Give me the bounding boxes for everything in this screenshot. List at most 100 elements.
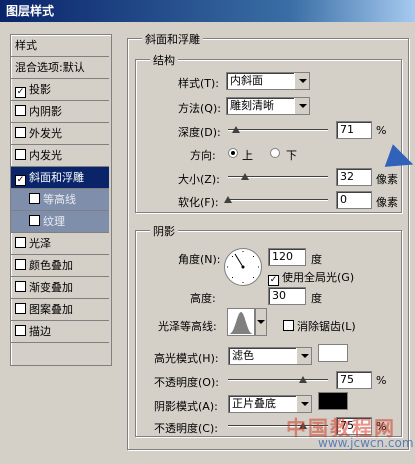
depth-input[interactable]: 71 <box>336 121 372 139</box>
styles-list-item-label: 描边 <box>29 325 51 338</box>
styles-list-item-label: 斜面和浮雕 <box>29 171 84 184</box>
highlight-opacity-slider[interactable] <box>228 379 328 381</box>
chevron-down-icon[interactable] <box>294 73 309 89</box>
styles-list-item-label: 图案叠加 <box>29 303 73 316</box>
angle-label: 角度(N): <box>178 253 221 266</box>
style-checkbox[interactable] <box>15 237 26 248</box>
highlight-color-swatch[interactable] <box>318 344 348 362</box>
depth-slider-thumb[interactable] <box>232 126 240 133</box>
style-checkbox[interactable] <box>15 303 26 314</box>
highlight-opacity-thumb[interactable] <box>299 376 307 383</box>
style-checkbox[interactable] <box>15 149 26 160</box>
chevron-down-icon[interactable] <box>296 348 311 364</box>
styles-list-item-label: 投影 <box>29 83 51 96</box>
direction-down-label: 下 <box>286 149 297 162</box>
styles-list-item[interactable]: 光泽 <box>11 233 109 255</box>
gloss-contour-picker[interactable] <box>227 308 255 336</box>
soften-slider[interactable] <box>228 199 328 201</box>
size-slider-thumb[interactable] <box>241 173 249 180</box>
technique-label: 方法(Q): <box>178 102 221 115</box>
global-light-row[interactable]: ✓ 使用全局光(G) <box>268 269 354 286</box>
styles-list-item[interactable]: 图案叠加 <box>11 299 109 321</box>
highlight-opacity-input[interactable]: 75 <box>336 371 372 389</box>
styles-list-item[interactable]: 描边 <box>11 321 109 343</box>
styles-list-item[interactable]: 混合选项:默认 <box>11 57 109 79</box>
angle-input[interactable]: 120 <box>268 248 306 266</box>
style-checkbox[interactable] <box>15 281 26 292</box>
styles-list-item-label: 混合选项:默认 <box>15 61 85 74</box>
styles-header[interactable]: 样式 <box>11 35 109 57</box>
soften-unit: 像素 <box>376 196 398 209</box>
styles-list-item-label: 颜色叠加 <box>29 259 73 272</box>
styles-list-item[interactable]: ✓ 投影 <box>11 79 109 101</box>
chevron-down-icon[interactable] <box>294 98 309 114</box>
antialias-label: 消除锯齿(L) <box>297 320 356 333</box>
style-checkbox[interactable] <box>29 215 40 226</box>
antialias-row[interactable]: 消除锯齿(L) <box>283 318 356 334</box>
style-checkbox[interactable]: ✓ <box>15 87 26 98</box>
soften-input[interactable]: 0 <box>336 191 372 209</box>
style-value: 内斜面 <box>230 74 263 87</box>
technique-dropdown[interactable]: 雕刻清晰 <box>226 97 310 115</box>
angle-unit: 度 <box>311 253 322 266</box>
direction-up-radio[interactable] <box>228 148 238 158</box>
styles-list-item[interactable]: 内阴影 <box>11 101 109 123</box>
structure-title: 结构 <box>150 52 178 68</box>
style-checkbox[interactable] <box>15 259 26 270</box>
global-light-label: 使用全局光(G) <box>282 271 355 284</box>
shadow-mode-label: 阴影模式(A): <box>154 400 218 413</box>
shadow-color-swatch[interactable] <box>318 392 348 410</box>
highlight-opacity-unit: % <box>376 374 387 387</box>
altitude-label: 高度: <box>190 292 216 305</box>
style-checkbox[interactable] <box>15 105 26 116</box>
gloss-contour-dropdown[interactable] <box>255 308 267 336</box>
soften-slider-thumb[interactable] <box>224 196 232 203</box>
chevron-down-icon[interactable] <box>296 396 311 412</box>
styles-list-item-label: 渐变叠加 <box>29 281 73 294</box>
global-light-checkbox[interactable]: ✓ <box>268 275 279 286</box>
highlight-mode-value: 滤色 <box>232 349 254 362</box>
styles-list-item-label: 等高线 <box>43 193 76 206</box>
direction-down-radio[interactable] <box>270 148 280 158</box>
style-checkbox[interactable] <box>15 325 26 336</box>
styles-list-item-label: 内阴影 <box>29 105 62 118</box>
technique-value: 雕刻清晰 <box>230 99 274 112</box>
styles-list-item-label: 纹理 <box>43 215 65 228</box>
shadow-opacity-label: 不透明度(C): <box>154 422 218 435</box>
depth-slider[interactable] <box>228 129 328 131</box>
size-unit: 像素 <box>376 173 398 186</box>
watermark-url: www.jcwcn.com <box>318 436 414 450</box>
styles-list-item-label: 外发光 <box>29 127 62 140</box>
highlight-mode-dropdown[interactable]: 滤色 <box>228 347 312 365</box>
angle-dial-icon <box>227 251 259 283</box>
style-checkbox[interactable] <box>15 127 26 138</box>
style-checkbox[interactable]: ✓ <box>15 175 26 186</box>
shadow-mode-dropdown[interactable]: 正片叠底 <box>228 395 312 413</box>
style-checkbox[interactable] <box>29 193 40 204</box>
size-label: 大小(Z): <box>178 173 220 186</box>
style-dropdown[interactable]: 内斜面 <box>226 72 310 90</box>
depth-label: 深度(D): <box>178 126 221 139</box>
styles-list-item-label: 内发光 <box>29 149 62 162</box>
depth-unit: % <box>376 124 387 137</box>
style-label: 样式(T): <box>178 77 220 90</box>
styles-list-item[interactable]: ✓ 斜面和浮雕 <box>11 167 109 189</box>
styles-list-panel: 样式 混合选项:默认 ✓ 投影 内阴影 外发光 内发光 ✓ 斜面和浮雕 等高线 纹理 光泽 颜色叠加渐… <box>10 34 112 366</box>
styles-list-item[interactable]: 外发光 <box>11 123 109 145</box>
direction-label: 方向: <box>190 149 216 162</box>
styles-list-item[interactable]: 内发光 <box>11 145 109 167</box>
styles-list-item[interactable]: 渐变叠加 <box>11 277 109 299</box>
angle-dial[interactable] <box>224 248 262 286</box>
styles-list-item[interactable]: 纹理 <box>11 211 109 233</box>
antialias-checkbox[interactable] <box>283 320 294 331</box>
size-input[interactable]: 32 <box>336 168 372 186</box>
shading-title: 阴影 <box>150 223 178 239</box>
styles-list-item[interactable]: 等高线 <box>11 189 109 211</box>
altitude-unit: 度 <box>311 292 322 305</box>
bevel-emboss-title: 斜面和浮雕 <box>142 31 203 47</box>
chevron-down-icon <box>257 320 265 324</box>
styles-list-item[interactable]: 颜色叠加 <box>11 255 109 277</box>
window-title: 图层样式 <box>0 0 415 22</box>
contour-shape-icon <box>229 312 253 334</box>
altitude-input[interactable]: 30 <box>268 287 306 305</box>
